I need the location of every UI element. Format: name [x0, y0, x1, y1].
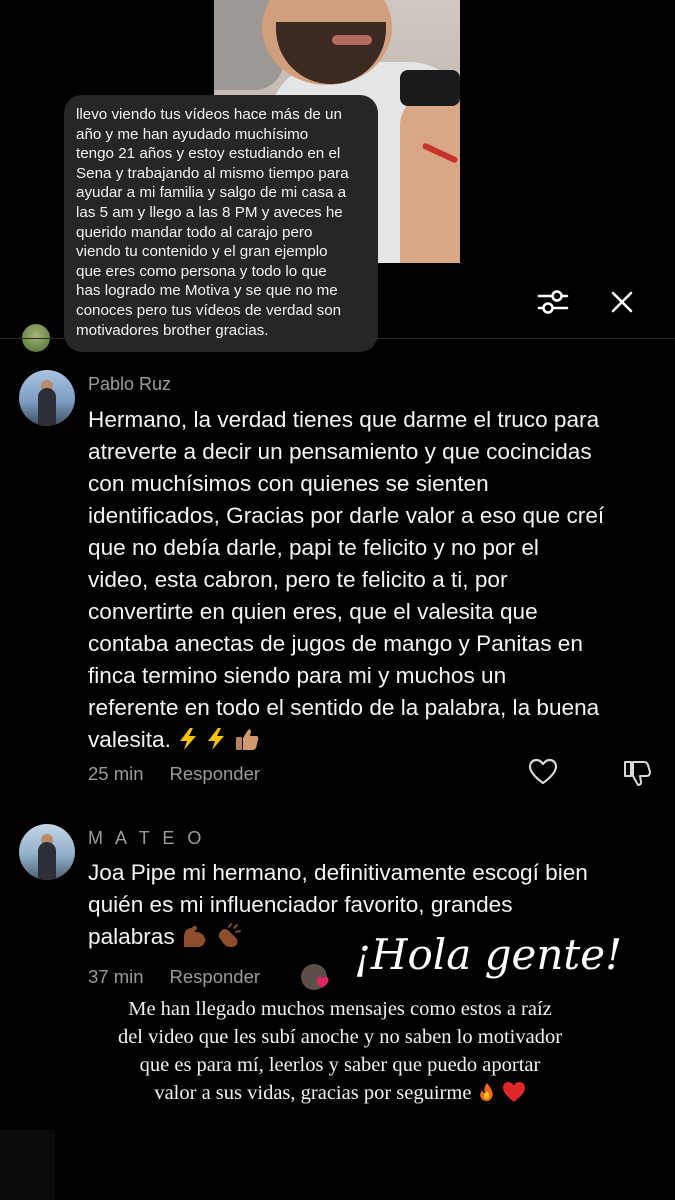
quoted-comment-line: querido mandar todo al carajo pero: [76, 223, 313, 241]
quoted-comment-line: Sena y trabajando al mismo tiempo para: [76, 164, 349, 182]
story-caption: Me han llegado muchos mensajes como esto…: [70, 995, 610, 1107]
fire-emoji: [479, 1083, 493, 1101]
flexed-biceps-emoji: [183, 925, 206, 948]
caption-line: del video que les subí anoche y no saben…: [117, 1026, 563, 1048]
divider: [0, 338, 675, 339]
like-heart-icon[interactable]: [528, 758, 558, 786]
comment-meta: 37 min Responder: [88, 966, 260, 988]
comment-line: que no debía darle, papi te felicito y n…: [88, 535, 539, 560]
caption-line: que es para mí, leerlos y saber que pued…: [139, 1054, 541, 1076]
comment-line: contaba anectas de jugos de mango y Pani…: [88, 631, 583, 656]
dislike-icon[interactable]: [622, 759, 652, 787]
comment-time: 37 min: [88, 966, 144, 987]
quoted-comment-line: viendo tu contenido y el gran ejemplo: [76, 243, 328, 261]
comment-line: referente en todo el sentido de la palab…: [88, 695, 600, 720]
caption-line-text: valor a sus vidas, gracias por seguirme: [154, 1082, 472, 1104]
comment-username[interactable]: M A T E O: [88, 828, 205, 849]
comment-time: 25 min: [88, 763, 144, 784]
creator-heart-icon: [316, 976, 329, 989]
quoted-comment-line: año y me han ayudado muchísimo: [76, 125, 309, 143]
reply-button[interactable]: Responder: [170, 966, 261, 987]
story-headline: ¡Hola gente!: [354, 930, 623, 979]
comment-line: Joa Pipe mi hermano, definitivamente esc…: [88, 860, 588, 885]
comment-line: identificados, Gracias por darle valor a…: [88, 503, 605, 528]
quoted-comment-line: conoces pero tus vídeos de verdad son: [76, 301, 342, 319]
thumbs-up-emoji: [235, 729, 259, 750]
avatar[interactable]: [19, 370, 75, 426]
comment-line: finca termino siendo para mi y muchos un: [88, 663, 507, 688]
background-strip: [0, 1130, 55, 1200]
comment-username[interactable]: Pablo Ruz: [88, 374, 171, 395]
quoted-comment-bubble: llevo viendo tus vídeos hace más de un a…: [64, 95, 378, 352]
sliders-icon[interactable]: [535, 285, 571, 319]
comment-meta: 25 min Responder: [88, 763, 260, 785]
comment-line: atreverte a decir un pensamiento y que c…: [88, 439, 592, 464]
quoted-comment-line: que eres como persona y todo lo que: [76, 262, 327, 280]
caption-line: Me han llegado muchos mensajes como esto…: [128, 998, 552, 1020]
comment-line: valesita.: [88, 724, 604, 756]
comment-line: quién es mi influenciador favorito, gran…: [88, 892, 513, 917]
quoted-comment-line: ayudar a mi familia y salgo de mi casa a: [76, 184, 347, 202]
caption-line: valor a sus vidas, gracias por seguirme: [70, 1079, 610, 1107]
comment-line: con muchísimos con quienes se sienten: [88, 471, 489, 496]
quoted-comment-line: llevo viendo tus vídeos hace más de un: [76, 106, 342, 123]
clapping-hands-emoji: [218, 923, 242, 948]
comment-text: Hermano, la verdad tienes que darme el t…: [88, 404, 604, 756]
lightning-emoji: [208, 728, 225, 750]
quoted-comment-line: tengo 21 años y estoy estudiando en el: [76, 145, 341, 163]
comment-line: video, esta cabron, pero te felicito a t…: [88, 567, 508, 592]
comment-line-text: valesita.: [88, 727, 171, 752]
close-icon[interactable]: [604, 285, 640, 319]
comment-line: Hermano, la verdad tienes que darme el t…: [88, 407, 600, 432]
red-heart-emoji: [502, 1082, 525, 1102]
quoted-comment-line: has logrado me Motiva y se que no me: [76, 282, 338, 300]
reply-button[interactable]: Responder: [170, 763, 261, 784]
comment-line-text: palabras: [88, 924, 175, 949]
lightning-emoji: [180, 728, 197, 750]
quoted-comment-line: las 5 am y llego a las 8 PM y aveces he: [76, 203, 343, 221]
comment-line: convertirte en quien eres, que el valesi…: [88, 599, 538, 624]
avatar[interactable]: [19, 824, 75, 880]
